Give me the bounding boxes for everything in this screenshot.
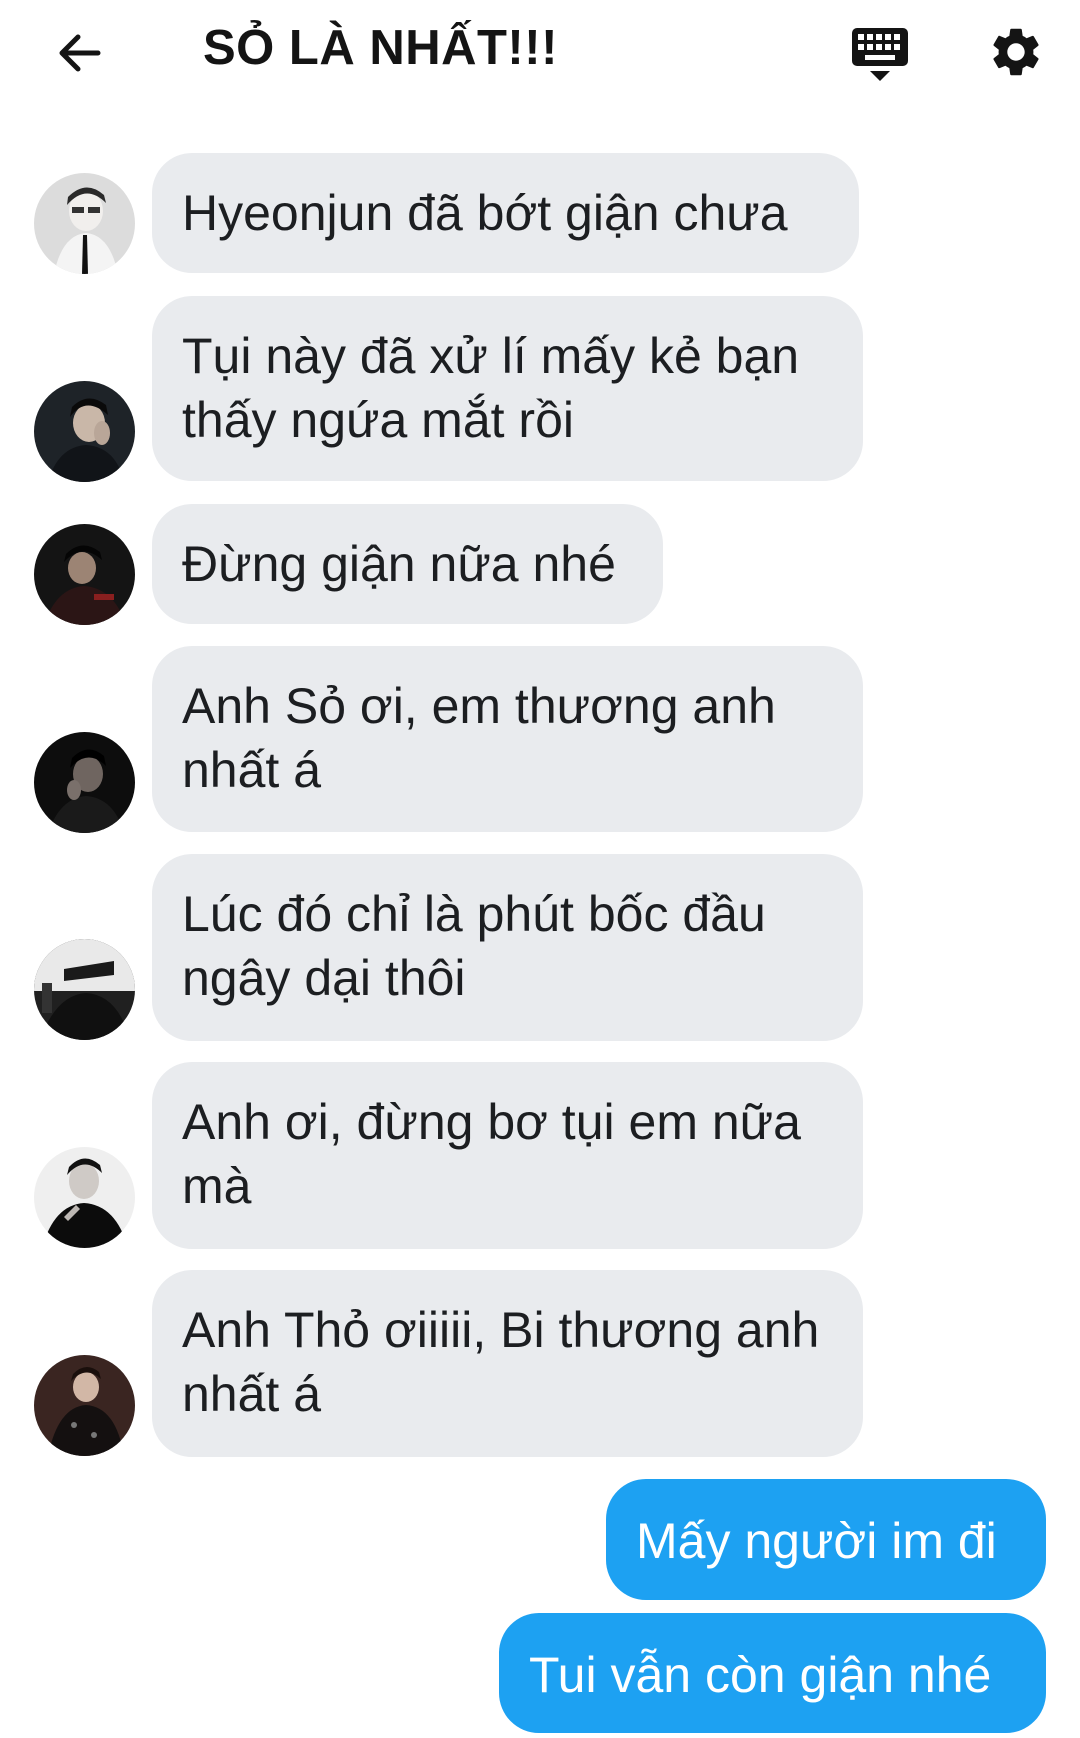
avatar[interactable] [34, 732, 135, 833]
avatar[interactable] [34, 173, 135, 274]
keyboard-icon [852, 28, 908, 81]
gear-icon [993, 28, 1039, 76]
arrow-left-icon [59, 34, 101, 72]
message-text: Tui vẫn còn giận nhé [529, 1647, 992, 1703]
keyboard-button[interactable] [844, 18, 916, 90]
message-bubble-outgoing[interactable]: Mấy người im đi [606, 1479, 1046, 1600]
message-text: Anh ơi, đừng bơ tụi em nữa mà [182, 1094, 801, 1214]
avatar[interactable] [34, 381, 135, 482]
settings-button[interactable] [982, 18, 1050, 86]
message-bubble-incoming[interactable]: Anh ơi, đừng bơ tụi em nữa mà [152, 1062, 863, 1249]
message-bubble-incoming[interactable]: Đừng giận nữa nhé [152, 504, 663, 624]
avatar[interactable] [34, 939, 135, 1040]
message-text: Anh Thỏ ơiiiii, Bi thương anh nhất á [182, 1302, 820, 1422]
message-text: Tụi này đã xử lí mấy kẻ bạn thấy ngứa mắ… [182, 328, 800, 448]
chat-title: SỎ LÀ NHẤT!!! [203, 21, 558, 75]
message-text: Đừng giận nữa nhé [182, 536, 616, 592]
message-text: Lúc đó chỉ là phút bốc đầu ngây dại thôi [182, 886, 766, 1006]
message-bubble-outgoing[interactable]: Tui vẫn còn giận nhé [499, 1613, 1046, 1733]
avatar[interactable] [34, 1147, 135, 1248]
avatar[interactable] [34, 1355, 135, 1456]
avatar[interactable] [34, 524, 135, 625]
message-bubble-incoming[interactable]: Anh Thỏ ơiiiii, Bi thương anh nhất á [152, 1270, 863, 1457]
chat-header: SỎ LÀ NHẤT!!! [0, 0, 1080, 110]
back-button[interactable] [44, 18, 114, 88]
message-bubble-incoming[interactable]: Lúc đó chỉ là phút bốc đầu ngây dại thôi [152, 854, 863, 1041]
message-bubble-incoming[interactable]: Hyeonjun đã bớt giận chưa [152, 153, 859, 273]
message-bubble-incoming[interactable]: Tụi này đã xử lí mấy kẻ bạn thấy ngứa mắ… [152, 296, 863, 481]
message-text: Anh Sỏ ơi, em thương anh nhất á [182, 678, 776, 798]
message-text: Mấy người im đi [636, 1513, 997, 1569]
message-text: Hyeonjun đã bớt giận chưa [182, 185, 788, 241]
message-bubble-incoming[interactable]: Anh Sỏ ơi, em thương anh nhất á [152, 646, 863, 832]
